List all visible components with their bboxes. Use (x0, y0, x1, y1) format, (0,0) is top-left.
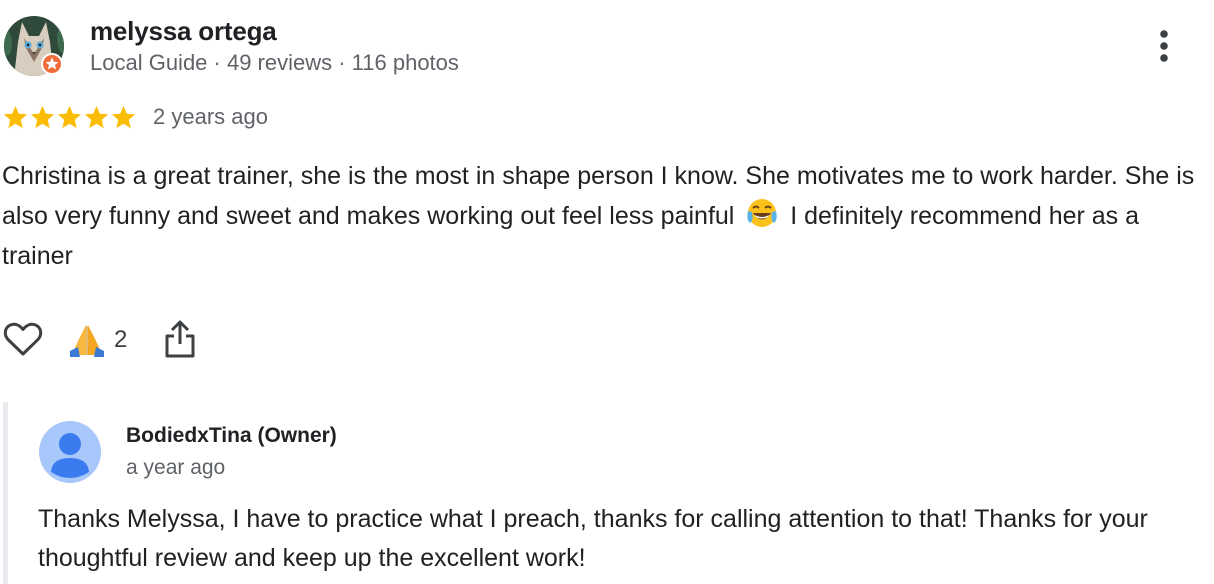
star-icon (3, 106, 28, 129)
reaction-count: 2 (114, 326, 128, 353)
owner-reply-time: a year ago (126, 456, 226, 479)
star-icon (57, 106, 82, 129)
more-options-button[interactable] (1148, 26, 1180, 66)
reviewer-name[interactable]: melyssa ortega (90, 16, 277, 47)
star-icon (84, 106, 109, 129)
share-button[interactable] (162, 318, 198, 360)
star-rating (2, 104, 137, 132)
reply-divider (3, 402, 8, 584)
folded-hands-icon (70, 325, 104, 357)
reviewer-avatar[interactable] (2, 14, 66, 78)
reviewer-meta: Local Guide · 49 reviews · 116 photos (90, 50, 459, 75)
owner-reply: BodiedxTina (Owner) a year ago Thanks Me… (0, 402, 1214, 584)
reaction-button[interactable]: 2 (68, 320, 127, 360)
star-icon (30, 106, 55, 129)
owner-avatar[interactable] (38, 420, 102, 484)
star-icon (111, 106, 136, 129)
owner-name: BodiedxTina (Owner) (126, 424, 337, 447)
default-person-icon (39, 421, 101, 483)
review-text: Christina is a great trainer, she is the… (2, 156, 1202, 276)
more-vert-icon (1160, 30, 1168, 62)
heart-outline-icon (3, 322, 43, 356)
like-button[interactable] (2, 318, 44, 360)
tears-of-joy-emoji-icon (745, 196, 779, 230)
share-icon (165, 320, 195, 358)
review-time: 2 years ago (153, 104, 268, 129)
owner-reply-text: Thanks Melyssa, I have to practice what … (38, 505, 1148, 572)
